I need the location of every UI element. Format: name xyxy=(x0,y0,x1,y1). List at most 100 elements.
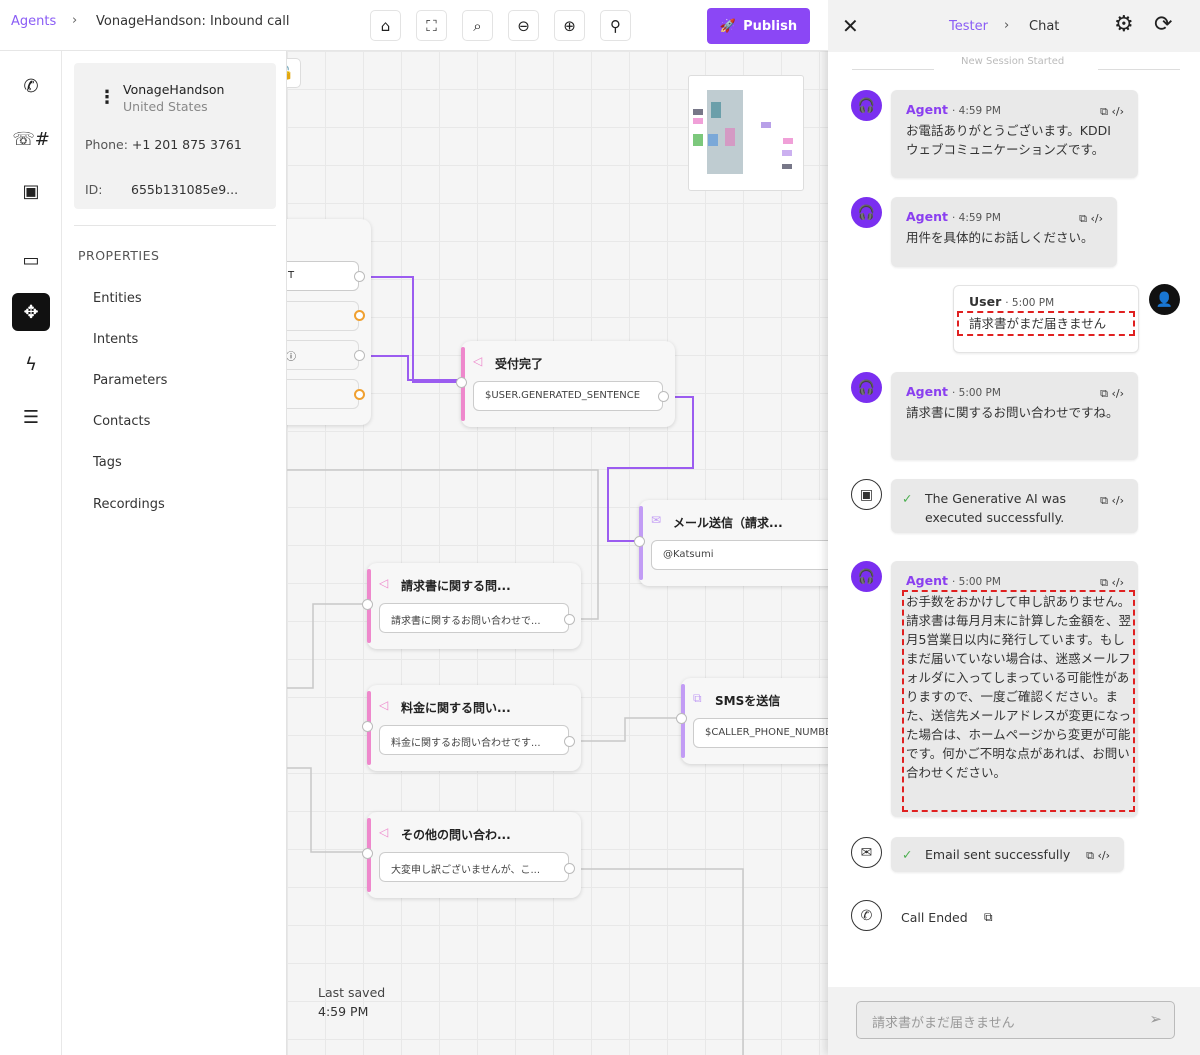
message-text: 用件を具体的にお話しください。 xyxy=(906,230,1094,245)
unlock-icon: 🔓 xyxy=(287,66,294,81)
node-title: SMSを送信 xyxy=(715,694,781,708)
output-port[interactable] xyxy=(354,271,365,282)
call-ended-text: Call Ended xyxy=(901,910,968,925)
node-field: 料金に関するお問い合わせです... xyxy=(379,725,569,755)
rail-numbers[interactable]: ☏# xyxy=(12,120,50,158)
focus-search-icon: ⌕ xyxy=(473,16,482,35)
chat-message-user: User · 5:00 PM 請求書がまだ届きません xyxy=(953,285,1139,353)
send-icon[interactable]: ➢ xyxy=(1149,1010,1162,1028)
chat-input-placeholder: 請求書がまだ届きません xyxy=(872,1016,1015,1031)
zoom-to-selection-button[interactable]: ⌕ xyxy=(462,10,493,41)
headset-icon: 🎧 xyxy=(857,204,876,221)
flow-canvas[interactable]: T ⓘ ◁ 受付完了 $USER.GENERATED_SENTENCE ✉ メー… xyxy=(287,51,828,1055)
property-tags[interactable]: Tags xyxy=(93,455,122,470)
output-port[interactable] xyxy=(658,391,669,402)
output-port[interactable] xyxy=(564,736,575,747)
input-port[interactable] xyxy=(634,536,645,547)
rail-flow[interactable]: ✥ xyxy=(12,293,50,331)
node-send-sms[interactable]: ⧉ SMSを送信 $CALLER_PHONE_NUMBER xyxy=(676,678,828,764)
sms-icon: ⧉ xyxy=(693,691,702,705)
node-reception-complete[interactable]: ◁ 受付完了 $USER.GENERATED_SENTENCE xyxy=(456,341,675,427)
node-title: その他の問い合わ... xyxy=(401,828,511,842)
session-started-note: New Session Started xyxy=(961,56,1065,67)
ai-event: ✓ ⧉ ‹/› The Generative AI was executed s… xyxy=(891,479,1138,533)
rail-calls[interactable]: ✆ xyxy=(12,67,50,105)
phone-hash-icon: ☏# xyxy=(12,128,50,150)
message-text: 請求書がまだ届きません xyxy=(957,311,1135,336)
property-contacts[interactable]: Contacts xyxy=(93,414,150,429)
output-port[interactable] xyxy=(354,389,365,400)
speaker-icon: ◁ xyxy=(379,576,389,590)
publish-button[interactable]: 🚀 Publish xyxy=(707,8,810,44)
breadcrumb-tester[interactable]: Tester xyxy=(949,19,988,34)
output-port[interactable] xyxy=(564,863,575,874)
input-port[interactable] xyxy=(676,713,687,724)
lock-button[interactable]: 🔓 xyxy=(287,58,301,88)
output-port[interactable] xyxy=(354,350,365,361)
speaker-icon: ◁ xyxy=(473,354,483,368)
rail-window[interactable]: ▭ xyxy=(12,241,50,279)
lightning-icon: ϟ xyxy=(25,353,37,375)
open-code-icon[interactable]: ⧉ ‹/› xyxy=(1079,209,1103,228)
open-code-icon[interactable]: ⧉ ‹/› xyxy=(1100,573,1124,592)
event-text: The Generative AI was executed successfu… xyxy=(925,491,1067,525)
fit-view-button[interactable]: ⛶ xyxy=(416,10,447,41)
zoom-out-button[interactable]: ⊖ xyxy=(508,10,539,41)
node-send-email[interactable]: ✉ メール送信（請求... @Katsumi xyxy=(634,500,828,586)
event-text: Email sent successfully xyxy=(925,847,1071,862)
edge xyxy=(569,868,744,1055)
node-billing-inquiry[interactable]: ◁ 請求書に関する問... 請求書に関するお問い合わせで... xyxy=(362,563,581,649)
property-recordings[interactable]: Recordings xyxy=(93,497,165,512)
rail-triggers[interactable]: ϟ xyxy=(12,345,50,383)
home-button[interactable]: ⌂ xyxy=(370,10,401,41)
input-port[interactable] xyxy=(362,721,373,732)
partial-node[interactable]: T ⓘ xyxy=(287,219,371,425)
publish-label: Publish xyxy=(743,18,798,34)
input-port[interactable] xyxy=(362,599,373,610)
icon-rail: ✆ ☏# ▣ ▭ ✥ ϟ ☰ xyxy=(0,51,62,1055)
refresh-icon[interactable]: ⟳ xyxy=(1154,12,1172,37)
rocket-icon: 🚀 xyxy=(719,18,737,34)
message-text: お電話ありがとうございます。KDDIウェブコミュニケーションズです。 xyxy=(906,123,1111,157)
edge-active xyxy=(359,355,462,381)
divider xyxy=(1098,69,1180,70)
gear-icon[interactable]: ⚙ xyxy=(1114,12,1134,37)
open-external-icon[interactable]: ⧉ xyxy=(984,910,993,925)
phone-icon: ✆ xyxy=(23,75,39,97)
breadcrumb-agents[interactable]: Agents xyxy=(11,14,56,29)
open-code-icon[interactable]: ⧉ ‹/› xyxy=(1086,846,1110,865)
output-port[interactable] xyxy=(564,614,575,625)
close-icon[interactable]: ✕ xyxy=(842,14,859,38)
agent-avatar: 🎧 xyxy=(851,90,882,121)
input-port[interactable] xyxy=(362,848,373,859)
node-row xyxy=(287,301,359,331)
breadcrumb-separator: › xyxy=(72,13,78,28)
agent-card: ⋮ VonageHandson United States Phone: +1 … xyxy=(74,63,276,209)
open-code-icon[interactable]: ⧉ ‹/› xyxy=(1100,491,1124,510)
search-button[interactable]: ⚲ xyxy=(600,10,631,41)
rail-tree[interactable]: ☰ xyxy=(12,398,50,436)
open-code-icon[interactable]: ⧉ ‹/› xyxy=(1100,102,1124,121)
message-text: お手数をおかけして申し訳ありません。請求書は毎月月末に計算した金額を、翌月5営業… xyxy=(902,590,1135,812)
node-other-inquiry[interactable]: ◁ その他の問い合わ... 大変申し訳ございませんが、こ... xyxy=(362,812,581,898)
message-text: 請求書に関するお問い合わせですね。 xyxy=(906,405,1119,420)
node-fee-inquiry[interactable]: ◁ 料金に関する問い... 料金に関するお問い合わせです... xyxy=(362,685,581,771)
property-entities[interactable]: Entities xyxy=(93,291,142,306)
property-parameters[interactable]: Parameters xyxy=(93,373,167,388)
minimap[interactable] xyxy=(688,75,804,191)
output-port[interactable] xyxy=(354,310,365,321)
speaker-icon: ◁ xyxy=(379,825,389,839)
agent-id-label: ID: xyxy=(85,182,103,197)
zoom-in-button[interactable]: ⊕ xyxy=(554,10,585,41)
open-code-icon[interactable]: ⧉ ‹/› xyxy=(1100,384,1124,403)
headset-icon: 🎧 xyxy=(857,97,876,114)
info-icon: ⓘ xyxy=(287,352,296,363)
last-saved-time: 4:59 PM xyxy=(318,1004,369,1019)
property-intents[interactable]: Intents xyxy=(93,332,138,347)
chat-input[interactable]: 請求書がまだ届きません ➢ xyxy=(856,1001,1175,1039)
more-options-icon[interactable]: ⋮ xyxy=(98,87,116,108)
rail-contacts[interactable]: ▣ xyxy=(12,172,50,210)
input-port[interactable] xyxy=(456,377,467,388)
node-field: $USER.GENERATED_SENTENCE xyxy=(473,381,663,411)
node-title: 受付完了 xyxy=(495,357,544,371)
